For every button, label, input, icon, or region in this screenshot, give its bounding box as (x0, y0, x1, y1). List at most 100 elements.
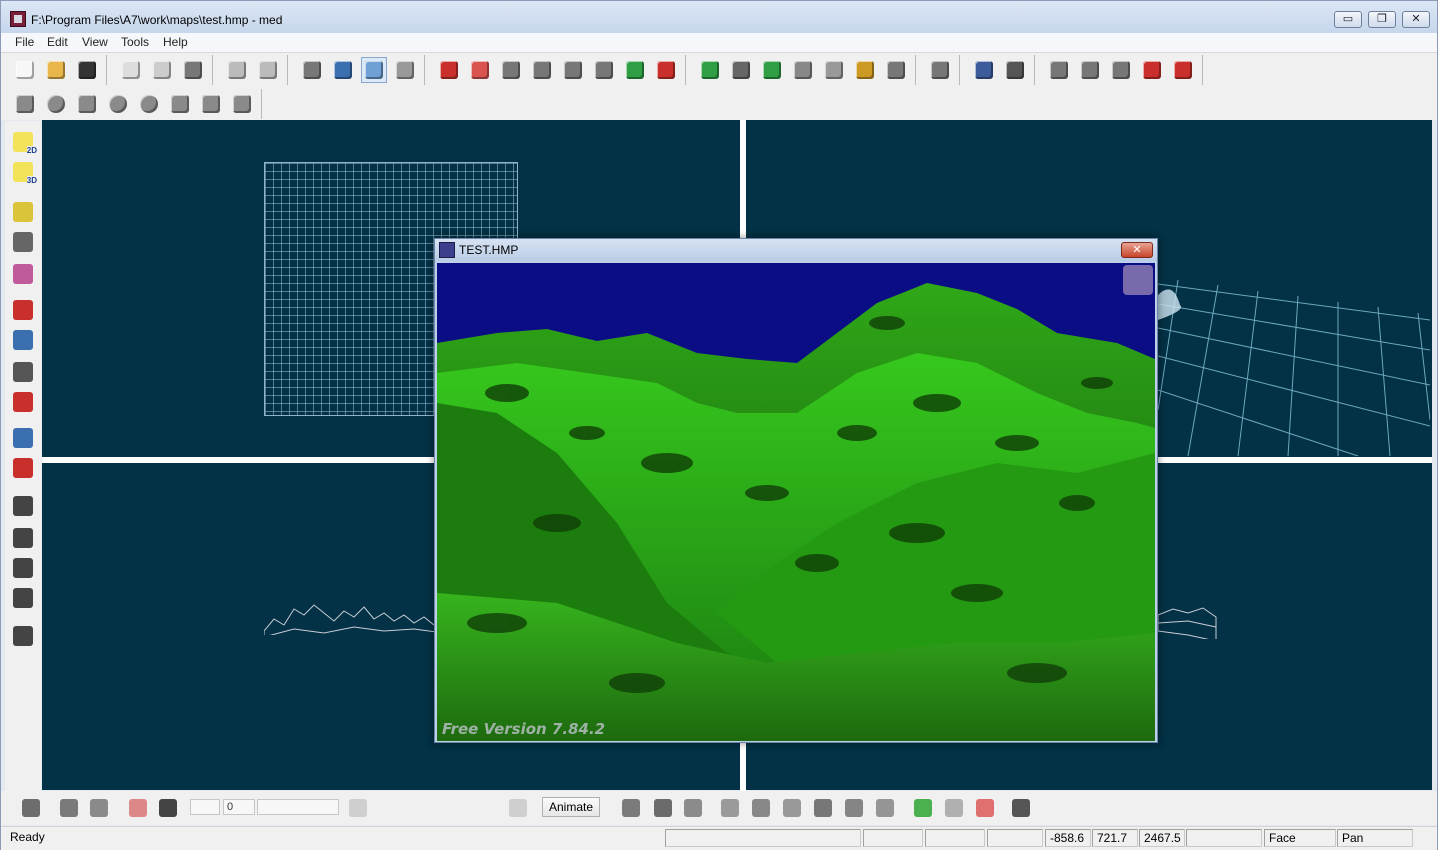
layout-3-icon[interactable] (10, 555, 36, 581)
object-red-icon[interactable] (10, 297, 36, 323)
script-icon[interactable] (852, 57, 878, 83)
keyframe-path-icon[interactable] (126, 796, 150, 820)
block-3-icon[interactable] (591, 57, 617, 83)
object-select-icon[interactable] (360, 57, 387, 83)
menu-help[interactable]: Help (163, 35, 188, 49)
render-preview-window[interactable]: TEST.HMP ✕ Free Version 7.84.2 (434, 238, 1158, 743)
layout-5-icon[interactable] (10, 623, 36, 649)
layout-1-icon[interactable] (10, 493, 36, 519)
block-2-icon[interactable] (560, 57, 586, 83)
frame-slider[interactable] (257, 799, 339, 815)
light-icon[interactable] (467, 57, 493, 83)
camera-icon[interactable] (10, 199, 36, 225)
scissors-icon[interactable] (927, 57, 953, 83)
cube-shape-icon[interactable] (12, 91, 38, 117)
paste-icon[interactable] (149, 57, 175, 83)
render-window-titlebar[interactable]: TEST.HMP ✕ (435, 239, 1157, 261)
frame-number-field[interactable]: 0 (223, 799, 255, 815)
title-bar: F:\Program Files\A7\work\maps\test.hmp -… (1, 1, 1437, 33)
build-green-icon[interactable] (697, 57, 723, 83)
delete-icon[interactable] (180, 57, 206, 83)
cube-red-icon[interactable] (1139, 57, 1165, 83)
frame-start-field[interactable] (190, 799, 220, 815)
cube-2-icon[interactable] (1077, 57, 1103, 83)
rewind-icon[interactable] (346, 796, 370, 820)
entity-icon[interactable] (436, 57, 462, 83)
cut-icon[interactable] (1002, 57, 1028, 83)
bone-tool-icon[interactable] (619, 796, 643, 820)
texture-icon[interactable] (821, 57, 847, 83)
animate-button[interactable]: Animate (542, 797, 600, 817)
cube-3-icon[interactable] (1108, 57, 1134, 83)
object-blue-icon[interactable] (10, 327, 36, 353)
frame-step-icon[interactable] (87, 796, 111, 820)
layout-4-icon[interactable] (10, 585, 36, 611)
vertex-gray-icon[interactable] (942, 796, 966, 820)
bone-link-icon[interactable] (681, 796, 705, 820)
position-icon[interactable] (498, 57, 524, 83)
open-folder-icon[interactable] (43, 57, 69, 83)
magnet-icon[interactable] (1170, 57, 1196, 83)
group-red-icon[interactable] (10, 455, 36, 481)
pyramid-shape-icon[interactable] (198, 91, 224, 117)
render-window-close-button[interactable]: ✕ (1121, 242, 1153, 258)
animation-camera-icon[interactable] (19, 796, 43, 820)
menu-edit[interactable]: Edit (47, 35, 68, 49)
menu-tools[interactable]: Tools (121, 35, 149, 49)
redo-icon[interactable] (255, 57, 281, 83)
restore-button[interactable]: ❐ (1368, 11, 1396, 28)
scale-icon-glyph (793, 61, 812, 79)
object-group-icon[interactable] (330, 57, 356, 83)
render-canvas[interactable]: Free Version 7.84.2 (437, 263, 1155, 741)
add-icon[interactable] (883, 57, 909, 83)
link-icon[interactable] (971, 57, 997, 83)
save-icon[interactable] (74, 57, 100, 83)
film-strip-icon[interactable] (156, 796, 180, 820)
cube-icon[interactable] (1046, 57, 1072, 83)
move-up-icon[interactable] (759, 57, 785, 83)
object-select-icon-glyph (364, 61, 383, 79)
torus-shape-icon[interactable] (105, 91, 131, 117)
object-icon[interactable] (299, 57, 325, 83)
copy-icon[interactable] (118, 57, 144, 83)
layout-2-icon[interactable] (10, 525, 36, 551)
close-button[interactable]: ✕ (1402, 11, 1430, 28)
film-play-icon[interactable] (57, 796, 81, 820)
bone-chain-icon[interactable] (811, 796, 835, 820)
bone-select-icon[interactable] (651, 796, 675, 820)
cone-shape-icon-glyph (170, 95, 189, 113)
eye-red-icon[interactable] (10, 389, 36, 415)
cone-shape-icon[interactable] (167, 91, 193, 117)
vertex-green-icon[interactable] (911, 796, 935, 820)
diamond-shape-icon[interactable] (229, 91, 255, 117)
view-3d-icon[interactable]: 3D (10, 159, 37, 185)
menu-file[interactable]: File (15, 35, 34, 49)
build-red-icon[interactable] (653, 57, 679, 83)
status-mode: Face (1264, 829, 1336, 847)
bone-weight-2-icon[interactable] (873, 796, 897, 820)
rotate-icon[interactable] (728, 57, 754, 83)
run-map-icon[interactable] (622, 57, 648, 83)
bone-move-icon[interactable] (718, 796, 742, 820)
group-icon[interactable] (10, 425, 36, 451)
minimize-button[interactable]: ▭ (1334, 11, 1362, 28)
menu-view[interactable]: View (82, 35, 108, 49)
rotate-view-icon[interactable] (10, 261, 36, 287)
camera-move-icon[interactable] (10, 229, 36, 255)
torus2-shape-icon[interactable] (136, 91, 162, 117)
vertex-paint-icon[interactable] (973, 796, 997, 820)
new-file-icon[interactable] (12, 57, 38, 83)
eye-icon[interactable] (10, 359, 36, 385)
bone-rotate-icon[interactable] (749, 796, 773, 820)
bone-weight-icon[interactable] (842, 796, 866, 820)
scale-icon[interactable] (790, 57, 816, 83)
sphere-shape-icon[interactable] (43, 91, 69, 117)
undo-icon[interactable] (224, 57, 250, 83)
fast-forward-icon[interactable] (506, 796, 530, 820)
view-2d-icon[interactable]: 2D (10, 129, 37, 155)
cylinder-shape-icon[interactable] (74, 91, 100, 117)
block-icon[interactable] (529, 57, 555, 83)
path-icon[interactable] (392, 57, 418, 83)
bone-scale-icon[interactable] (780, 796, 804, 820)
skeleton-icon[interactable] (1009, 796, 1033, 820)
